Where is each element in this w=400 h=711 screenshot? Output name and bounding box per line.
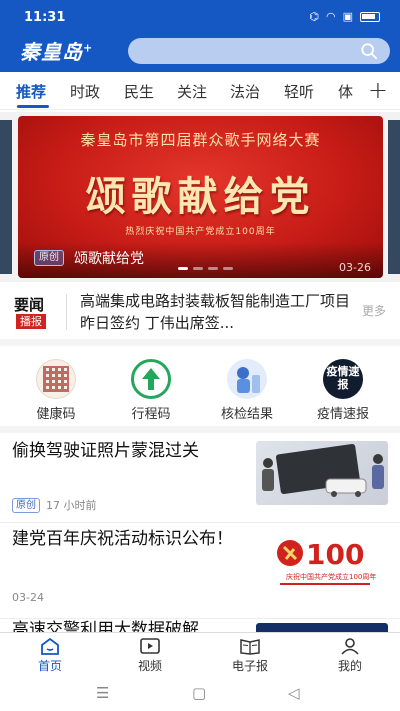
menu-icon[interactable]: ☰ — [96, 684, 109, 702]
thumb-text: 100 — [306, 538, 364, 571]
tab-law[interactable]: 法治 — [230, 81, 260, 102]
news-meta: 03-24 — [12, 591, 44, 604]
carousel-dot[interactable] — [208, 267, 218, 270]
tab-focus[interactable]: 关注 — [177, 81, 207, 102]
home-square-icon[interactable]: ▢ — [192, 684, 206, 702]
nav-label: 视频 — [137, 659, 162, 673]
carousel-dot[interactable] — [178, 267, 188, 270]
news-title: 高速交警利用大数据破解 — [12, 620, 199, 633]
active-tab-indicator — [17, 105, 49, 108]
thumb-caption: 庆祝中国共产党成立100周年 — [286, 572, 376, 581]
nav-label: 首页 — [37, 659, 62, 673]
prev-slide-peek[interactable] — [0, 120, 12, 274]
banner-caption: 颂歌献给党 — [74, 251, 144, 267]
list-item[interactable]: 建党百年庆祝活动标识公布！ 03-24 100 庆祝中国共产党成立100周年 — [0, 523, 400, 619]
newspaper-icon — [240, 639, 260, 655]
banner-caption-bar: 原创 颂歌献给党 03-26 — [18, 242, 383, 278]
banner-big-text: 颂歌献给党 — [85, 173, 316, 220]
list-item[interactable]: 偷换驾驶证照片蒙混过关 原创 17 小时前 — [0, 433, 400, 523]
channel-tabs: 推荐 时政 民生 关注 法治 轻听 体 + — [0, 72, 400, 110]
health-qr-icon — [36, 359, 76, 399]
quick-services: 健康码 行程码 核检结果 疫情速报 疫情速报 — [0, 353, 400, 433]
banner-headline: 秦皇岛市第四届群众歌手网络大赛 — [80, 131, 321, 149]
news-time: 17 小时前 — [46, 499, 97, 512]
home-icon — [41, 637, 59, 655]
original-badge: 原创 — [12, 497, 40, 513]
original-badge: 原创 — [34, 250, 64, 266]
video-icon — [140, 638, 160, 654]
more-link[interactable]: 更多 — [362, 302, 386, 319]
service-label: 行程码 — [131, 407, 171, 422]
service-label: 核检结果 — [220, 407, 273, 422]
user-icon — [341, 638, 359, 655]
bottom-nav: 首页 视频 电子报 我的 — [0, 632, 400, 676]
news-title: 建党百年庆祝活动标识公布！ — [12, 529, 233, 549]
search-icon[interactable] — [360, 42, 378, 60]
service-epidemic-report[interactable]: 疫情速报 疫情速报 — [303, 359, 383, 422]
news-meta: 原创 17 小时前 — [12, 497, 97, 513]
service-label: 疫情速报 — [316, 407, 369, 422]
divider — [66, 294, 67, 330]
headline-ticker[interactable]: 要闻 播报 高端集成电路封装载板智能制造工厂项目昨日签约 丁伟出席签... 更多 — [0, 282, 400, 346]
tab-recommend[interactable]: 推荐 — [16, 81, 46, 102]
sim-icon: ▣ — [342, 10, 353, 23]
service-health-code[interactable]: 健康码 — [16, 359, 96, 422]
app-header: 11:31 ⌬ ◠ ▣ 秦皇岛+ — [0, 0, 400, 72]
link-icon: ⌬ — [309, 10, 319, 23]
back-triangle-icon[interactable]: ◁ — [288, 684, 300, 702]
banner-slide[interactable]: 秦皇岛市第四届群众歌手网络大赛 颂歌献给党 热烈庆祝中国共产党成立100周年 原… — [18, 116, 383, 278]
banner-subtitle: 热烈庆祝中国共产党成立100周年 — [125, 227, 276, 237]
news-thumbnail: 100 庆祝中国共产党成立100周年 — [256, 531, 388, 595]
nav-label: 电子报 — [231, 659, 268, 673]
status-bar: 11:31 ⌬ ◠ ▣ — [0, 0, 400, 34]
news-thumbnail — [256, 441, 388, 505]
trip-arrow-icon — [131, 359, 171, 399]
add-channel-icon[interactable]: + — [368, 76, 388, 104]
news-title: 偷换驾驶证照片蒙混过关 — [12, 441, 199, 461]
status-time: 11:31 — [24, 10, 66, 25]
tab-listen[interactable]: 轻听 — [284, 81, 314, 102]
nucleic-test-icon — [227, 359, 267, 399]
tab-livelihood[interactable]: 民生 — [124, 81, 154, 102]
epidemic-report-icon: 疫情速报 — [323, 359, 363, 399]
news-time: 03-24 — [12, 591, 44, 604]
headline-label: 要闻 — [14, 296, 45, 314]
system-nav-bar: ☰ ▢ ◁ — [0, 676, 400, 711]
nav-profile[interactable]: 我的 — [310, 637, 390, 674]
wifi-icon: ◠ — [325, 10, 336, 23]
nav-home[interactable]: 首页 — [10, 637, 90, 674]
broadcast-tag: 播报 — [16, 314, 46, 329]
nav-label: 我的 — [337, 659, 362, 673]
banner-date: 03-26 — [339, 261, 371, 274]
carousel-dot[interactable] — [193, 267, 203, 270]
service-label: 健康码 — [36, 407, 76, 422]
banner-carousel: 秦皇岛市第四届群众歌手网络大赛 颂歌献给党 热烈庆祝中国共产党成立100周年 原… — [0, 112, 400, 282]
tab-sports[interactable]: 体 — [338, 81, 353, 102]
nav-epaper[interactable]: 电子报 — [210, 637, 290, 674]
tab-politics[interactable]: 时政 — [70, 81, 100, 102]
app-logo: 秦皇岛+ — [20, 40, 94, 64]
service-trip-code[interactable]: 行程码 — [111, 359, 191, 422]
search-bar[interactable] — [128, 38, 390, 64]
carousel-dots — [178, 267, 233, 270]
next-slide-peek[interactable] — [388, 120, 400, 274]
carousel-dot[interactable] — [223, 267, 233, 270]
battery-icon — [360, 12, 380, 22]
headline-text[interactable]: 高端集成电路封装载板智能制造工厂项目昨日签约 丁伟出席签... — [80, 290, 350, 334]
status-icons: ⌬ ◠ ▣ — [309, 11, 380, 23]
nav-video[interactable]: 视频 — [110, 637, 190, 674]
service-nucleic-result[interactable]: 核检结果 — [207, 359, 287, 422]
list-item[interactable]: 高速交警利用大数据破解 — [0, 619, 400, 633]
